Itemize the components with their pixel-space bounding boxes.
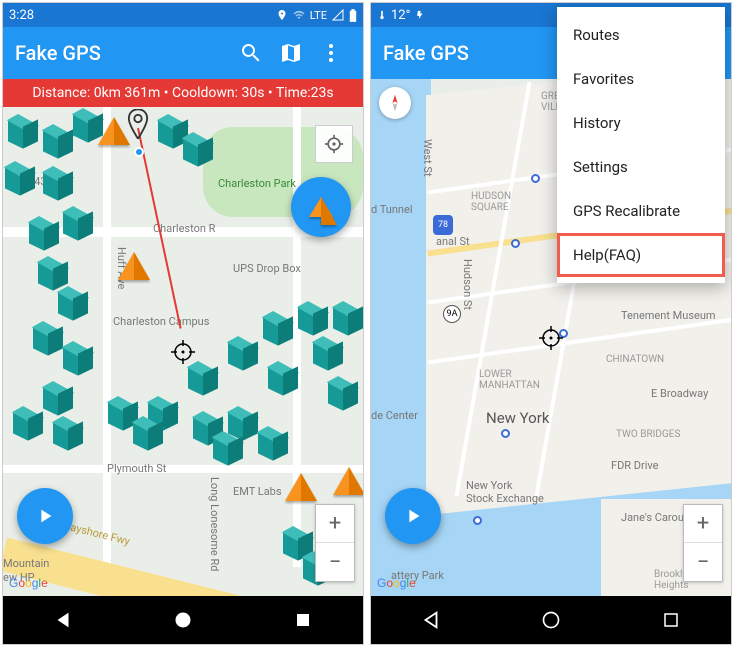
map-label: LOWER MANHATTAN (479, 369, 540, 391)
map-label: Tenement Museum (621, 309, 716, 322)
compass-button[interactable] (379, 87, 411, 119)
google-logo: Google (9, 576, 48, 590)
my-location-icon (324, 134, 344, 154)
zoom-controls: + − (683, 504, 723, 582)
circle-home-icon (541, 610, 561, 630)
metro-station-icon (473, 516, 482, 525)
menu-item-favorites[interactable]: Favorites (557, 57, 725, 101)
clock: 3:28 (9, 8, 34, 23)
play-icon (402, 505, 424, 527)
route-shield: 78 (433, 215, 453, 235)
map-label: Long Lonesome Rd (208, 477, 221, 571)
crosshair-icon (171, 340, 195, 364)
zoom-controls: + − (315, 504, 355, 582)
map-icon (279, 41, 303, 65)
map-label: Bayshore Fwy (62, 519, 131, 548)
map-label: FDR Drive (611, 459, 659, 472)
temperature: 12° (391, 8, 410, 23)
phone-right: 12° 09:18 Fake GPS 78 9A 278 GREEN (370, 2, 732, 645)
map-mode-button[interactable] (271, 33, 311, 73)
my-location-button[interactable] (315, 125, 353, 163)
square-recent-icon (294, 611, 312, 629)
map-label: Mountain (3, 557, 49, 570)
map-label: TWO BRIDGES (616, 429, 680, 440)
app-bar: Fake GPS (3, 27, 363, 79)
metro-station-icon (559, 329, 568, 338)
nav-home-button[interactable] (521, 600, 581, 640)
google-logo: Google (377, 576, 416, 590)
nav-home-button[interactable] (153, 600, 213, 640)
status-bar: 3:28 LTE (3, 3, 363, 27)
circle-home-icon (173, 610, 193, 630)
pyramid-marker (333, 467, 363, 495)
map-label: de Center (371, 409, 418, 422)
metro-station-icon (501, 429, 510, 438)
map-label: UPS Drop Box (233, 262, 301, 275)
nav-recent-button[interactable] (641, 600, 701, 640)
map-label: Charleston Park (218, 177, 296, 190)
menu-item-history[interactable]: History (557, 101, 725, 145)
map-label-city: New York (486, 409, 549, 427)
nav-recent-button[interactable] (273, 600, 333, 640)
play-fab[interactable] (385, 488, 441, 544)
play-icon (34, 505, 56, 527)
battery-icon (349, 9, 357, 22)
menu-item-recalibrate[interactable]: GPS Recalibrate (557, 189, 725, 233)
map-label: Charleston Campus (113, 315, 209, 328)
map-label: anal St (436, 235, 470, 248)
nav-back-button[interactable] (401, 600, 461, 640)
network-label: LTE (310, 9, 327, 22)
android-nav-bar (3, 596, 363, 644)
square-recent-icon (662, 611, 680, 629)
menu-item-routes[interactable]: Routes (557, 13, 725, 57)
more-vert-icon (319, 41, 343, 65)
map-label: Plymouth St (107, 462, 166, 475)
map-label: d Tunnel (371, 203, 413, 216)
map-label: EMT Labs (233, 485, 282, 498)
wifi-icon (292, 9, 306, 21)
bolt-icon (414, 10, 426, 20)
zoom-in-button[interactable]: + (316, 505, 354, 543)
signal-icon (331, 9, 345, 21)
map-label: New York Stock Exchange (466, 479, 544, 505)
menu-item-settings[interactable]: Settings (557, 145, 725, 189)
pyramid-marker (285, 473, 317, 501)
map-label: Charleston R (153, 222, 215, 235)
overflow-button[interactable] (311, 33, 351, 73)
zoom-in-button[interactable]: + (684, 505, 722, 543)
pyramid-marker (98, 117, 130, 145)
pyramid-marker (118, 252, 150, 280)
distance-banner: Distance: 0km 361m • Cooldown: 30s • Tim… (3, 79, 363, 107)
metro-station-icon (531, 174, 540, 183)
map-label: HUDSON SQUARE (471, 191, 511, 213)
map-view[interactable]: ilding 43 Charleston Park Charleston R H… (3, 107, 363, 596)
map-label: E Broadway (651, 387, 708, 400)
phone-left: 3:28 LTE Fake GPS Distance: 0km 361m • C… (2, 2, 364, 645)
gps-pin-icon (127, 109, 149, 139)
map-label: West St (421, 139, 434, 177)
compass-icon (385, 93, 405, 113)
nav-back-button[interactable] (33, 600, 93, 640)
orange-marker-fab[interactable] (291, 177, 351, 237)
app-title: Fake GPS (15, 41, 231, 65)
android-nav-bar (371, 596, 731, 644)
triangle-back-icon (52, 609, 74, 631)
current-location-dot (134, 147, 144, 157)
thermo-icon (377, 10, 387, 20)
map-label: Hudson St (461, 259, 474, 310)
triangle-back-icon (420, 609, 442, 631)
overflow-menu: Routes Favorites History Settings GPS Re… (557, 7, 725, 283)
menu-item-help[interactable]: Help(FAQ) (557, 233, 725, 277)
search-button[interactable] (231, 33, 271, 73)
location-icon (276, 9, 288, 21)
map-label: CHINATOWN (606, 354, 664, 365)
zoom-out-button[interactable]: − (684, 543, 722, 581)
zoom-out-button[interactable]: − (316, 543, 354, 581)
route-shield: 9A (443, 305, 461, 323)
metro-station-icon (511, 239, 520, 248)
search-icon (239, 41, 263, 65)
play-fab[interactable] (17, 488, 73, 544)
